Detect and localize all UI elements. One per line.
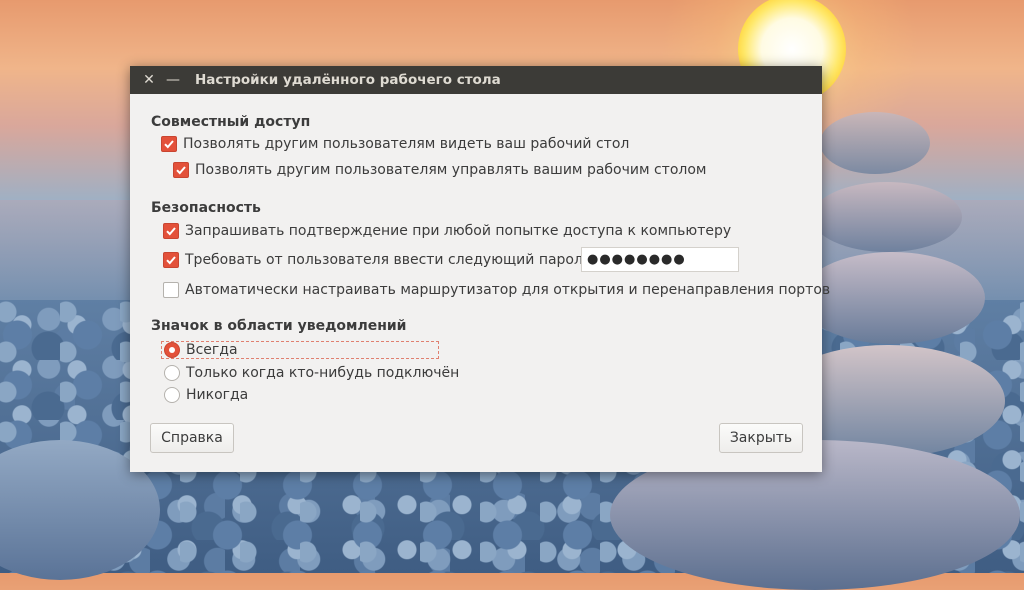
allow-control-checkbox-row[interactable]: Позволять другим пользователям управлять… bbox=[173, 162, 706, 178]
checkmark-icon bbox=[166, 227, 176, 236]
wallpaper-stone bbox=[800, 252, 985, 344]
require-password-label: Требовать от пользователя ввести следующ… bbox=[185, 252, 596, 268]
allow-control-label: Позволять другим пользователям управлять… bbox=[195, 162, 707, 178]
minimize-window-icon[interactable]: — bbox=[164, 70, 182, 90]
confirm-access-checkbox-row[interactable]: Запрашивать подтверждение при любой попы… bbox=[163, 223, 731, 239]
help-button[interactable]: Справка bbox=[150, 423, 234, 453]
radio-never[interactable] bbox=[164, 387, 180, 403]
checkmark-icon bbox=[164, 140, 174, 149]
auto-router-checkbox[interactable] bbox=[163, 282, 179, 298]
radio-always-label: Всегда bbox=[186, 342, 238, 358]
radio-when-connected[interactable] bbox=[164, 365, 180, 381]
allow-view-checkbox[interactable] bbox=[161, 136, 177, 152]
radio-always-row[interactable]: Всегда bbox=[164, 342, 238, 358]
auto-router-label: Автоматически настраивать маршрутизатор … bbox=[185, 282, 831, 298]
allow-view-label: Позволять другим пользователям видеть ва… bbox=[183, 136, 630, 152]
auto-router-checkbox-row[interactable]: Автоматически настраивать маршрутизатор … bbox=[163, 282, 830, 298]
allow-view-checkbox-row[interactable]: Позволять другим пользователям видеть ва… bbox=[161, 136, 629, 152]
close-button[interactable]: Закрыть bbox=[719, 423, 803, 453]
wallpaper-stone bbox=[812, 182, 962, 252]
checkmark-icon bbox=[166, 256, 176, 265]
confirm-access-label: Запрашивать подтверждение при любой попы… bbox=[185, 223, 732, 239]
remote-desktop-settings-dialog: ✕ — Настройки удалённого рабочего стола … bbox=[130, 66, 830, 472]
require-password-checkbox[interactable] bbox=[163, 252, 179, 268]
radio-when-connected-row[interactable]: Только когда кто-нибудь подключён bbox=[164, 365, 459, 381]
notification-section-heading: Значок в области уведомлений bbox=[151, 318, 407, 334]
radio-never-label: Никогда bbox=[186, 387, 249, 403]
require-password-checkbox-row[interactable]: Требовать от пользователя ввести следующ… bbox=[163, 252, 596, 268]
window-title: Настройки удалённого рабочего стола bbox=[195, 72, 501, 88]
confirm-access-checkbox[interactable] bbox=[163, 223, 179, 239]
radio-when-connected-label: Только когда кто-нибудь подключён bbox=[186, 365, 460, 381]
allow-control-checkbox[interactable] bbox=[173, 162, 189, 178]
wallpaper-stone bbox=[820, 112, 930, 174]
radio-never-row[interactable]: Никогда bbox=[164, 387, 248, 403]
security-section-heading: Безопасность bbox=[151, 200, 261, 216]
checkmark-icon bbox=[176, 166, 186, 175]
sharing-section-heading: Совместный доступ bbox=[151, 114, 311, 130]
password-input[interactable]: ●●●●●●●● bbox=[581, 247, 739, 272]
radio-always[interactable] bbox=[164, 342, 180, 358]
window-titlebar[interactable]: ✕ — Настройки удалённого рабочего стола bbox=[130, 66, 822, 94]
close-window-icon[interactable]: ✕ bbox=[140, 70, 158, 90]
